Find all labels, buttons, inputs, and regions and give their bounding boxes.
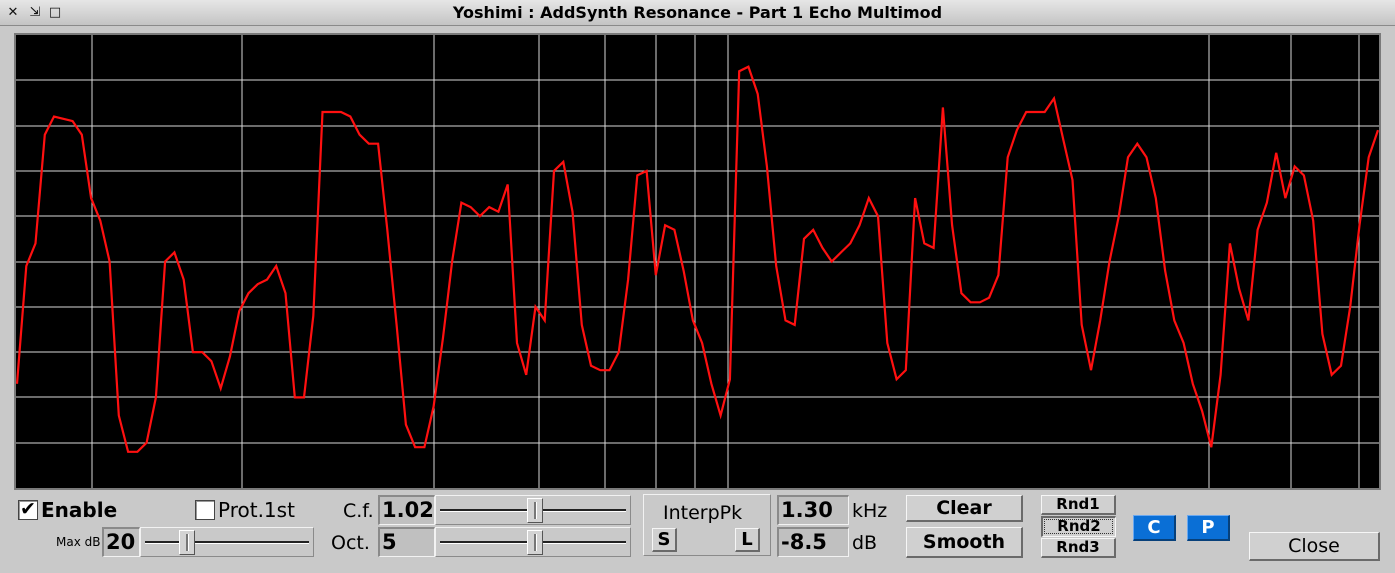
rnd1-button[interactable]: Rnd1 (1041, 495, 1116, 515)
maxdb-slider[interactable] (140, 527, 314, 557)
maxdb-slider-track (145, 541, 309, 544)
enable-label: Enable (41, 498, 118, 522)
enable-check-icon: ✔ (20, 498, 36, 520)
enable-checkbox[interactable]: ✔ (18, 498, 38, 520)
graph-grid (16, 35, 1379, 488)
db-unit: dB (852, 532, 878, 554)
interp-label: InterpPk (663, 502, 743, 524)
cf-value[interactable]: 1.02 (378, 495, 435, 525)
window-title: Yoshimi : AddSynth Resonance - Part 1 Ec… (452, 3, 943, 22)
resonance-graph-frame (14, 33, 1381, 490)
interp-l-button[interactable]: L (735, 528, 760, 552)
freq-value: 1.30 (777, 495, 849, 525)
interp-s-button[interactable]: S (652, 528, 677, 552)
cf-label: C.f. (343, 500, 374, 522)
rnd2-button[interactable]: Rnd2 (1041, 516, 1116, 537)
resonance-graph[interactable] (16, 35, 1379, 488)
oct-value[interactable]: 5 (378, 527, 435, 557)
smooth-button[interactable]: Smooth (906, 527, 1023, 558)
clear-button[interactable]: Clear (906, 495, 1023, 522)
maxdb-value[interactable]: 20 (102, 527, 140, 557)
title-bar: ✕ ⇲ □ Yoshimi : AddSynth Resonance - Par… (0, 0, 1395, 26)
cf-slider-knob[interactable] (526, 498, 543, 523)
freq-unit: kHz (852, 500, 888, 522)
close-button[interactable]: Close (1249, 532, 1380, 561)
maxdb-label: Max dB (56, 535, 101, 549)
resonance-curve (16, 65, 1379, 453)
maxdb-slider-knob[interactable] (179, 530, 196, 555)
oct-slider-knob[interactable] (526, 530, 543, 555)
prot1st-checkbox[interactable] (195, 500, 215, 520)
interp-group: InterpPk S L (643, 494, 771, 556)
oct-slider[interactable] (435, 527, 631, 557)
oct-label: Oct. (331, 532, 370, 554)
rnd3-button[interactable]: Rnd3 (1041, 538, 1116, 558)
p-button[interactable]: P (1187, 515, 1230, 541)
db-value: -8.5 (777, 527, 849, 557)
prot1st-label: Prot.1st (218, 498, 295, 522)
c-button[interactable]: C (1133, 515, 1176, 541)
cf-slider[interactable] (435, 495, 631, 525)
